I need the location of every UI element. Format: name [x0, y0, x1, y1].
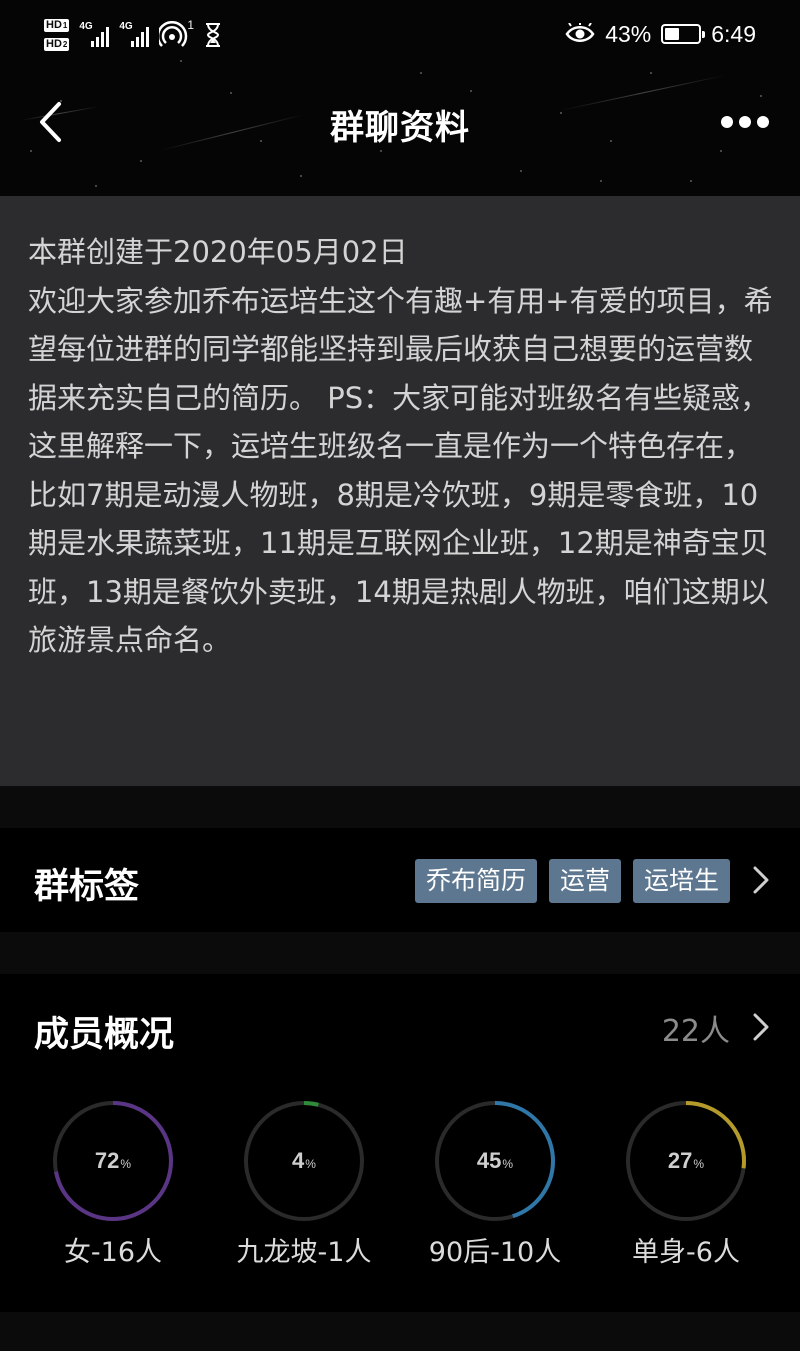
status-bar: HD1 HD2 4G 4G 1 43% 6:49 [0, 0, 800, 68]
stat-region[interactable]: 4% 九龙坡-1人 [209, 1098, 399, 1288]
hotspot-count: 1 [187, 18, 195, 32]
star-dot [95, 185, 97, 187]
tag-item: 运营 [548, 859, 621, 903]
hd-badge-2: HD2 [44, 38, 70, 51]
hd-badge-1: HD1 [44, 19, 70, 32]
stat-age[interactable]: 45% 90后-10人 [400, 1098, 590, 1288]
battery-percent: 43% [605, 20, 652, 47]
network-type-1: 4G [79, 21, 93, 32]
bottom-strip [0, 1312, 800, 1351]
ring-percent: 72% [94, 1148, 132, 1173]
group-intro-card[interactable]: 本群创建于2020年05月02日 欢迎大家参加乔布运培生这个有趣+有用+有爱的项… [0, 196, 800, 786]
network-type-2: 4G [119, 21, 133, 32]
group-intro-text: 本群创建于2020年05月02日 欢迎大家参加乔布运培生这个有趣+有用+有爱的项… [28, 228, 776, 665]
battery-icon [661, 24, 706, 44]
group-description: 欢迎大家参加乔布运培生这个有趣+有用+有爱的项目，希望每位进群的同学都能坚持到最… [28, 283, 773, 658]
group-tags-title: 群标签 [34, 867, 140, 907]
clock: 6:49 [711, 20, 756, 47]
hourglass-icon [206, 23, 221, 47]
header: HD1 HD2 4G 4G 1 43% 6:49 群聊资料 [0, 0, 800, 196]
members-overview: 成员概况 22人 72% 女-16人 4% 九龙坡-1人 45 % 90后-10… [0, 974, 800, 1312]
chevron-right-icon [753, 866, 769, 894]
chevron-right-icon[interactable] [750, 1012, 772, 1042]
signal-icon-1: 4G [79, 21, 110, 47]
more-dots-icon [721, 116, 769, 128]
stat-relationship[interactable]: 27% 单身-6人 [591, 1098, 781, 1288]
ring-percent: 27% [667, 1148, 705, 1173]
stat-label: 90后-10人 [428, 1237, 562, 1268]
eye-comfort-icon [565, 23, 595, 42]
stat-label: 单身-6人 [632, 1237, 740, 1268]
member-stats: 72% 女-16人 4% 九龙坡-1人 45% 90后-10人 27 % 单身-… [0, 1098, 800, 1288]
signal-icon-2: 4G [119, 21, 150, 47]
ring-percent: 4% [292, 1148, 316, 1173]
star-dot [600, 180, 602, 182]
stat-gender[interactable]: 72% 女-16人 [18, 1098, 208, 1288]
tag-item: 乔布简历 [414, 859, 537, 903]
stat-label: 九龙坡-1人 [236, 1237, 372, 1268]
stat-label: 女-16人 [63, 1237, 163, 1268]
status-left: HD1 HD2 4G 4G 1 [44, 12, 222, 58]
more-button[interactable] [710, 94, 780, 150]
hd-indicators: HD1 HD2 [44, 19, 70, 51]
tag-item: 运培生 [632, 859, 730, 903]
group-info-screen: HD1 HD2 4G 4G 1 43% 6:49 群聊资料 本群创建于2020年… [0, 0, 800, 1351]
page-title: 群聊资料 [330, 108, 470, 148]
group-tags-row[interactable]: 群标签 乔布简历 运营 运培生 [0, 828, 800, 932]
status-right: 43% 6:49 [565, 14, 756, 54]
members-title: 成员概况 [34, 1015, 175, 1055]
ring-percent: 45% [476, 1148, 514, 1173]
hotspot-icon [159, 21, 188, 47]
star-dot [690, 180, 692, 182]
member-count[interactable]: 22人 [662, 1006, 730, 1050]
tag-list: 乔布简历 运营 运培生 [414, 859, 730, 903]
nav-bar: 群聊资料 [0, 68, 800, 178]
group-created-date: 本群创建于2020年05月02日 [28, 235, 408, 269]
